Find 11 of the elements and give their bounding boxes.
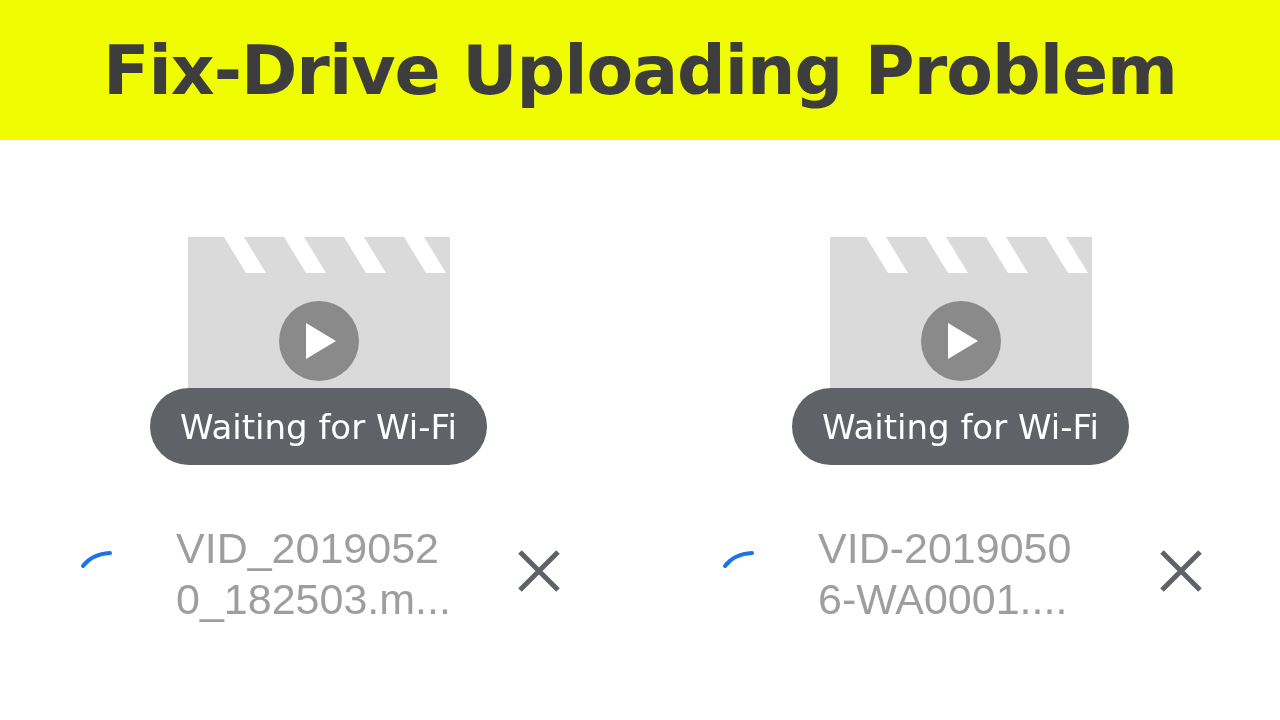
file-name: VID_2019052 0_182503.m... xyxy=(176,523,452,625)
close-icon[interactable] xyxy=(1158,548,1204,594)
upload-status: Waiting for Wi-Fi xyxy=(150,388,487,465)
file-name: VID-2019050 6-WA0001.... xyxy=(818,523,1073,625)
upload-status: Waiting for Wi-Fi xyxy=(792,388,1129,465)
video-thumbnail-icon xyxy=(187,237,450,390)
progress-spinner-icon xyxy=(80,549,114,569)
close-icon[interactable] xyxy=(516,548,562,594)
progress-spinner-icon xyxy=(722,549,756,569)
video-thumbnail-icon xyxy=(829,237,1092,390)
video-title: Fix-Drive Uploading Problem xyxy=(103,30,1177,110)
